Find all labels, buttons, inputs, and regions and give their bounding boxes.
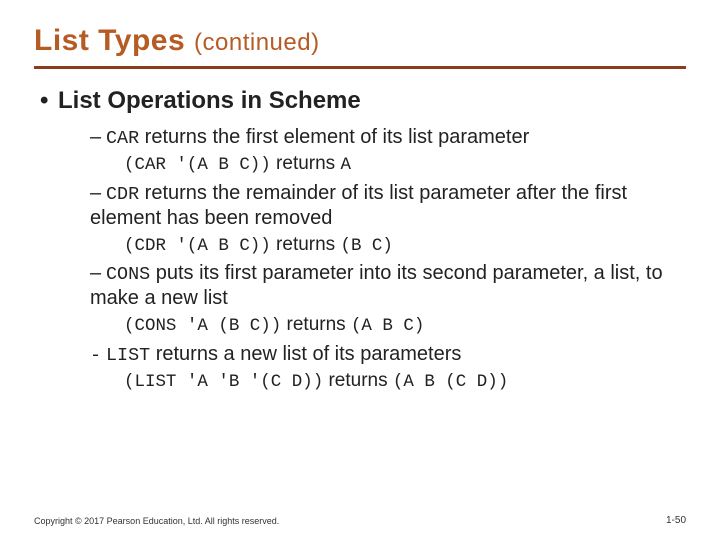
list-item: –CONS puts its first parameter into its … xyxy=(90,261,686,311)
list-item: -LIST returns a new list of its paramete… xyxy=(90,342,686,367)
example-line: (CONS ′A (B C)) returns (A B C) xyxy=(124,313,686,338)
dash-icon: - xyxy=(90,344,106,367)
example-code: (CDR ′(A B C)) xyxy=(124,236,271,256)
title-rule xyxy=(34,66,686,69)
title-sub: (continued) xyxy=(194,29,320,56)
example-mid: returns xyxy=(323,370,393,391)
fn-desc: puts its first parameter into its second… xyxy=(90,262,663,309)
dash-icon: – xyxy=(90,125,106,150)
example-line: (CDR ′(A B C)) returns (B C) xyxy=(124,233,686,258)
heading-text: List Operations in Scheme xyxy=(58,87,361,114)
fn-name: CAR xyxy=(106,128,139,149)
fn-name: LIST xyxy=(106,345,150,366)
copyright-footer: Copyright © 2017 Pearson Education, Ltd.… xyxy=(34,516,279,526)
fn-desc: returns the first element of its list pa… xyxy=(139,126,529,148)
example-mid: returns xyxy=(271,234,341,255)
dash-icon: – xyxy=(90,181,106,206)
fn-name: CONS xyxy=(106,264,150,285)
page-number: 1-50 xyxy=(666,515,686,526)
example-code: (CONS ′A (B C)) xyxy=(124,316,281,336)
slide: List Types (continued) •List Operations … xyxy=(0,0,720,540)
fn-desc: returns a new list of its parameters xyxy=(150,343,461,365)
example-line: (CAR ′(A B C)) returns A xyxy=(124,152,686,177)
section-heading: •List Operations in Scheme xyxy=(40,87,686,115)
example-result: (A B (C D)) xyxy=(393,372,508,392)
fn-name: CDR xyxy=(106,184,139,205)
example-result: (A B C) xyxy=(351,316,424,336)
example-line: (LIST ′A ′B ′(C D)) returns (A B (C D)) xyxy=(124,369,686,394)
slide-title: List Types (continued) xyxy=(34,24,686,58)
list-item: –CDR returns the remainder of its list p… xyxy=(90,181,686,231)
title-main: List Types xyxy=(34,24,185,57)
bullet-dot-icon: • xyxy=(40,87,58,115)
example-code: (LIST ′A ′B ′(C D)) xyxy=(124,372,323,392)
fn-desc: returns the remainder of its list parame… xyxy=(90,182,627,229)
example-mid: returns xyxy=(271,153,341,174)
example-result: (B C) xyxy=(340,236,392,256)
example-code: (CAR ′(A B C)) xyxy=(124,155,271,175)
dash-icon: – xyxy=(90,261,106,286)
example-mid: returns xyxy=(281,314,351,335)
list-item: –CAR returns the first element of its li… xyxy=(90,125,686,150)
example-result: A xyxy=(340,155,350,175)
